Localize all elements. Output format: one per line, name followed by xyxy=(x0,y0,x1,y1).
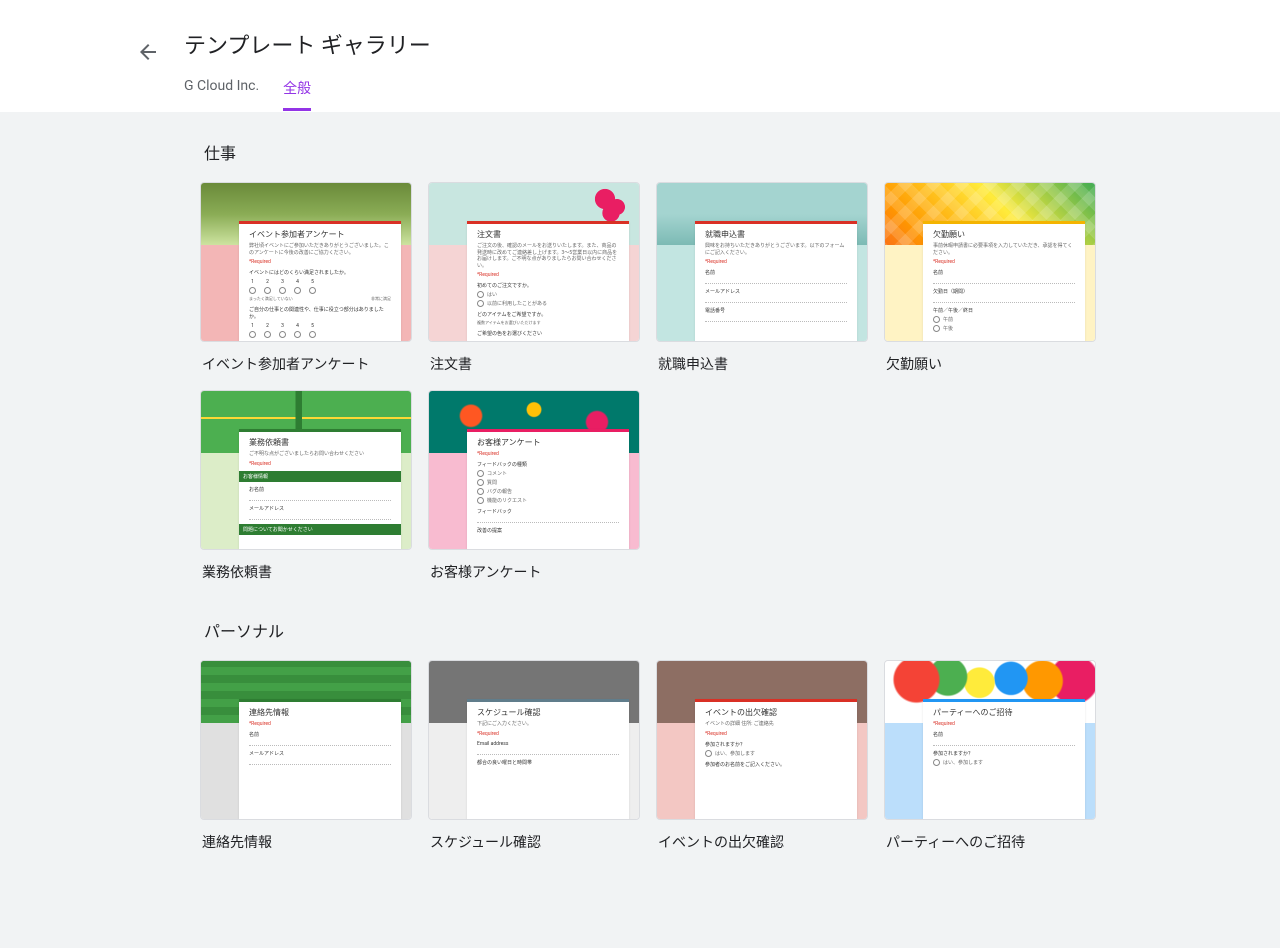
template-thumb: イベントの出欠確認 イベントの詳細 住所: ご連絡先 *Required 参加さ… xyxy=(656,660,868,820)
form-title: イベント参加者アンケート xyxy=(249,229,391,240)
page-title: テンプレート ギャラリー xyxy=(184,0,1280,60)
template-thumb: お客様アンケート *Required フィードバックの種類 コメント 質問 バグ… xyxy=(428,390,640,550)
form-title: 注文書 xyxy=(477,229,619,240)
template-title: 欠勤願い xyxy=(886,354,1096,374)
form-title: パーティーへのご招待 xyxy=(933,707,1075,718)
form-title: 連絡先情報 xyxy=(249,707,391,718)
template-grid-work: イベント参加者アンケート 弊社頃イベントにご参加いただきありがとうございました。… xyxy=(200,182,1080,582)
template-title: 連絡先情報 xyxy=(202,832,412,852)
template-card-party-invite[interactable]: パーティーへのご招待 *Required 名前 参加されますか？ はい、参加しま… xyxy=(884,660,1096,852)
template-thumb: イベント参加者アンケート 弊社頃イベントにご参加いただきありがとうございました。… xyxy=(200,182,412,342)
form-title: 欠勤願い xyxy=(933,229,1075,240)
template-title: パーティーへのご招待 xyxy=(886,832,1096,852)
section-title-work: 仕事 xyxy=(204,140,1080,164)
template-card-customer-feedback[interactable]: お客様アンケート *Required フィードバックの種類 コメント 質問 バグ… xyxy=(428,390,640,582)
template-title: スケジュール確認 xyxy=(430,832,640,852)
tab-org[interactable]: G Cloud Inc. xyxy=(184,78,259,111)
section-title-personal: パーソナル xyxy=(204,618,1080,642)
template-title: イベント参加者アンケート xyxy=(202,354,412,374)
template-thumb: パーティーへのご招待 *Required 名前 参加されますか？ はい、参加しま… xyxy=(884,660,1096,820)
template-title: 業務依頼書 xyxy=(202,562,412,582)
template-card-rsvp[interactable]: イベントの出欠確認 イベントの詳細 住所: ご連絡先 *Required 参加さ… xyxy=(656,660,868,852)
template-thumb: 業務依頼書 ご不明な点がございましたらお問い合わせください *Required … xyxy=(200,390,412,550)
back-button[interactable] xyxy=(128,32,168,72)
arrow-back-icon xyxy=(136,40,160,64)
form-title: 就職申込書 xyxy=(705,229,847,240)
template-thumb: 欠勤願い 事前休暇申請書に必要事項を入力していただき、承認を得てください。 *R… xyxy=(884,182,1096,342)
form-title: お客様アンケート xyxy=(477,437,619,448)
tab-general[interactable]: 全般 xyxy=(283,78,311,111)
template-card-work-request[interactable]: 業務依頼書 ご不明な点がございましたらお問い合わせください *Required … xyxy=(200,390,412,582)
template-title: お客様アンケート xyxy=(430,562,640,582)
template-thumb: スケジュール確認 下記にご入力ください。 *Required Email add… xyxy=(428,660,640,820)
form-title: イベントの出欠確認 xyxy=(705,707,847,718)
template-card-order-form[interactable]: 注文書 ご注文の後、確認のメールをお送りいたします。また、商品の発送時に改めてご… xyxy=(428,182,640,374)
template-card-find-a-time[interactable]: スケジュール確認 下記にご入力ください。 *Required Email add… xyxy=(428,660,640,852)
template-thumb: 就職申込書 興味をお持ちいただきありがとうございます。以下のフォームにご記入くだ… xyxy=(656,182,868,342)
tabs: G Cloud Inc. 全般 xyxy=(184,78,1280,111)
template-thumb: 注文書 ご注文の後、確認のメールをお送りいたします。また、商品の発送時に改めてご… xyxy=(428,182,640,342)
header: テンプレート ギャラリー G Cloud Inc. 全般 xyxy=(0,0,1280,112)
template-title: 就職申込書 xyxy=(658,354,868,374)
template-card-job-application[interactable]: 就職申込書 興味をお持ちいただきありがとうございます。以下のフォームにご記入くだ… xyxy=(656,182,868,374)
template-thumb: 連絡先情報 *Required 名前 メールアドレス xyxy=(200,660,412,820)
template-card-event-feedback[interactable]: イベント参加者アンケート 弊社頃イベントにご参加いただきありがとうございました。… xyxy=(200,182,412,374)
content-area: 仕事 イベント参加者アンケート 弊社頃イベントにご参加いただきありがとうございま… xyxy=(0,112,1280,948)
template-title: 注文書 xyxy=(430,354,640,374)
template-title: イベントの出欠確認 xyxy=(658,832,868,852)
form-title: スケジュール確認 xyxy=(477,707,619,718)
template-grid-personal: 連絡先情報 *Required 名前 メールアドレス 連絡先情報 xyxy=(200,660,1080,852)
form-title: 業務依頼書 xyxy=(249,437,391,448)
template-card-time-off[interactable]: 欠勤願い 事前休暇申請書に必要事項を入力していただき、承認を得てください。 *R… xyxy=(884,182,1096,374)
template-card-contact-info[interactable]: 連絡先情報 *Required 名前 メールアドレス 連絡先情報 xyxy=(200,660,412,852)
